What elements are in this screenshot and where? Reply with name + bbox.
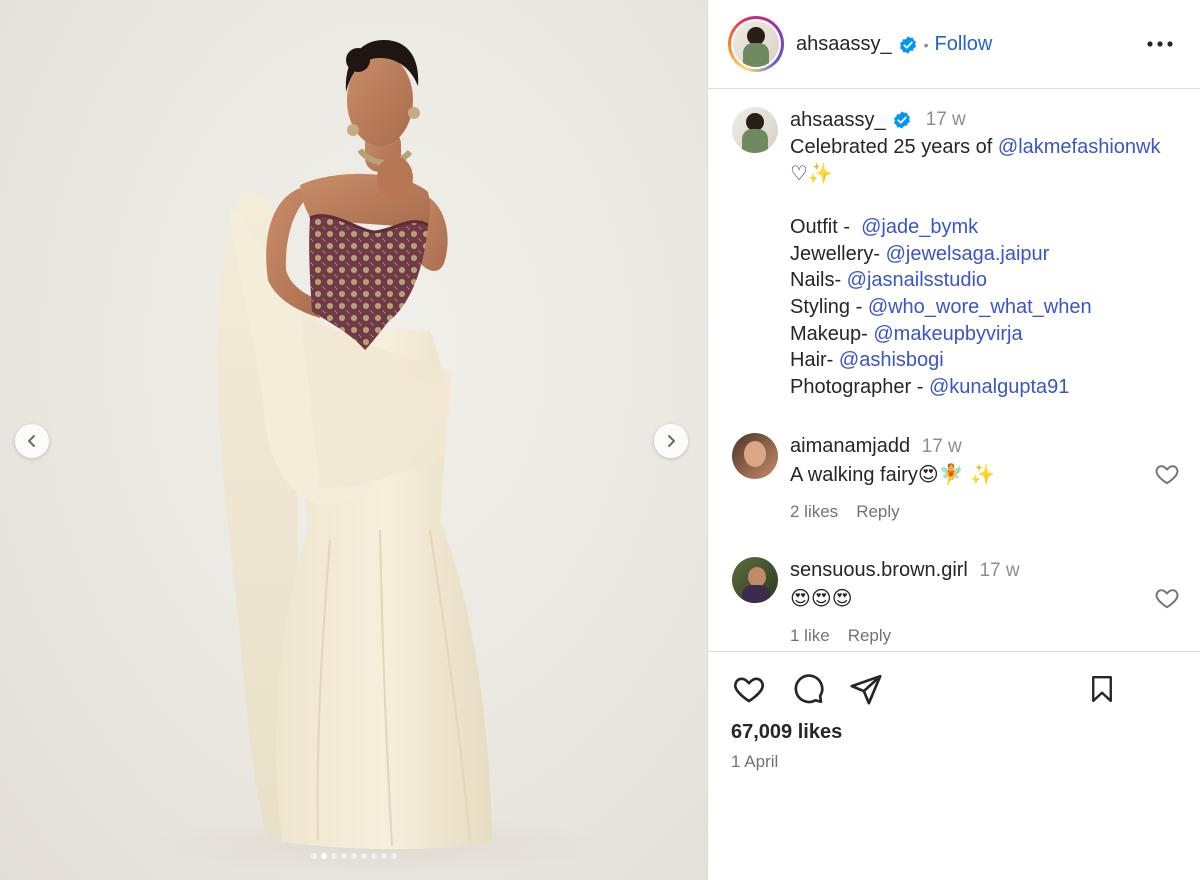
more-horizontal-icon [1147,41,1173,47]
carousel-dot [330,853,337,859]
comment-emojis: 😍🧚 ✨ [917,461,995,486]
previous-slide-button[interactable] [15,424,49,458]
credit-label: Styling - [790,295,868,318]
credit-label: Makeup- [790,322,874,345]
credit-label: Photographer - [790,376,929,399]
comment-like-count[interactable]: 2 likes [790,502,838,522]
verified-badge-icon [893,111,910,130]
mention-link[interactable]: @jade_bymk [861,216,978,238]
carousel-dot [380,853,387,859]
bookmark-icon [1092,675,1112,703]
like-comment-button[interactable] [1154,461,1180,487]
credit-line: Hair- @ashisbogi [790,347,1180,374]
post-media[interactable] [0,0,707,880]
separator-dot: • [923,36,929,53]
credit-label: Hair- [790,349,839,372]
mention-link[interactable]: @jewelsaga.jaipur [886,243,1050,265]
verified-badge-icon [899,35,916,54]
save-button[interactable] [1082,668,1122,710]
caption-emojis: ♡✨ [790,161,833,186]
comment-timestamp: 17 w [979,560,1020,581]
carousel-dot [310,853,317,859]
action-bar [708,668,1200,714]
avatar [733,21,779,67]
comment-username[interactable]: sensuous.brown.girl [790,559,968,581]
next-slide-button[interactable] [654,424,688,458]
comment-icon [794,674,824,704]
caption-timestamp: 17 w [925,109,966,130]
credit-line: Jewellery- @jewelsaga.jaipur [790,241,1180,268]
carousel-indicator [0,853,707,859]
credits-list: Outfit - @jade_bymk Jewellery- @jewelsaga… [790,214,1180,401]
more-options-button[interactable] [1144,30,1176,58]
avatar[interactable] [732,107,778,153]
heart-icon [1155,465,1179,485]
heart-icon [734,677,764,703]
like-button[interactable] [729,668,769,710]
credit-line: Makeup- @makeupbyvirja [790,321,1180,348]
carousel-dot [350,853,357,859]
post-date[interactable]: 1 April [731,752,778,772]
comments-list[interactable]: ahsaassy_ 17 w Celebrated 25 years of @l… [708,90,1200,650]
mention-link[interactable]: @lakmefashionwk [998,136,1161,158]
caption-username[interactable]: ahsaassy_ [790,107,886,134]
credit-label: Jewellery- [790,242,886,265]
credit-line: Styling - @who_wore_what_when [790,294,1180,321]
comment-text: A walking fairy [790,463,918,486]
follow-button[interactable]: Follow [935,33,993,56]
comment-timestamp: 17 w [921,436,962,457]
avatar[interactable] [732,433,778,479]
credit-line: Nails- @jasnailsstudio [790,267,1180,294]
comment-button[interactable] [788,668,828,710]
post-photo [150,40,610,875]
carousel-dot [340,853,347,859]
story-ring[interactable] [728,16,784,72]
username[interactable]: ahsaassy_ [796,33,892,56]
post-header: ahsaassy_ • Follow [708,0,1200,89]
mention-link[interactable]: @ashisbogi [839,349,944,371]
section-divider [708,651,1200,652]
comment-emojis: 😍😍😍 [790,585,853,610]
mention-link[interactable]: @kunalgupta91 [929,376,1069,398]
like-count[interactable]: 67,009 likes [731,721,842,744]
share-button[interactable] [846,668,886,710]
carousel-dot [360,853,367,859]
carousel-dot [320,853,327,859]
mention-link[interactable]: @who_wore_what_when [868,296,1092,318]
post-side-panel: ahsaassy_ • Follow ahsaassy_ 17 w Celebr… [708,0,1200,880]
credit-label: Nails- [790,269,847,292]
credit-line: Outfit - @jade_bymk [790,214,1180,241]
like-comment-button[interactable] [1154,585,1180,611]
comment-like-count[interactable]: 1 like [790,626,830,646]
comment-username[interactable]: aimanamjadd [790,435,910,457]
carousel-dot [390,853,397,859]
chevron-right-icon [668,435,675,447]
avatar[interactable] [732,557,778,603]
reply-button[interactable]: Reply [848,626,891,646]
mention-link[interactable]: @jasnailsstudio [847,269,987,291]
heart-icon [1155,589,1179,609]
credit-line: Photographer - @kunalgupta91 [790,374,1180,401]
reply-button[interactable]: Reply [856,502,899,522]
credit-label: Outfit - [790,215,862,238]
carousel-dot [370,853,377,859]
mention-link[interactable]: @makeupbyvirja [873,323,1022,345]
chevron-left-icon [28,435,35,447]
send-icon [850,674,882,705]
caption-text: Celebrated 25 years of [790,135,998,158]
